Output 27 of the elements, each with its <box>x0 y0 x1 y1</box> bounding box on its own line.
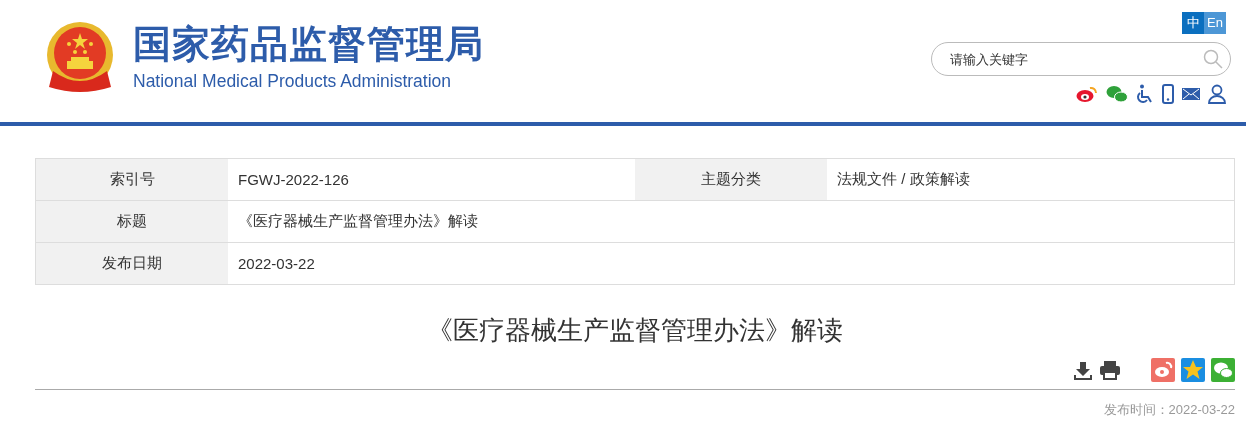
weibo-share-icon[interactable] <box>1151 358 1175 382</box>
user-icon[interactable] <box>1208 84 1226 104</box>
mail-icon[interactable] <box>1182 87 1200 101</box>
wechat-share-icon[interactable] <box>1211 358 1235 382</box>
site-subtitle: National Medical Products Administration <box>133 70 453 92</box>
accessibility-icon[interactable] <box>1136 84 1154 104</box>
field-label: 主题分类 <box>635 159 827 200</box>
field-label: 标题 <box>36 201 228 242</box>
search-field[interactable]: 请输入关键字 <box>931 42 1231 76</box>
site-title: 国家药品监督管理局 <box>133 22 484 66</box>
wechat-icon[interactable] <box>1106 85 1128 103</box>
star-share-icon[interactable] <box>1181 358 1205 382</box>
emblem-icon <box>45 21 115 93</box>
language-tab[interactable]: 中 <box>1182 12 1204 34</box>
field-value: 法规文件 / 政策解读 <box>836 169 971 189</box>
field-label: 发布日期 <box>36 243 228 284</box>
language-tab[interactable]: En <box>1204 12 1226 34</box>
field-value: FGWJ-2022-126 <box>237 170 350 190</box>
download-icon[interactable] <box>1073 360 1093 380</box>
mobile-icon[interactable] <box>1162 84 1174 104</box>
print-icon[interactable] <box>1099 360 1121 380</box>
article-title: 《医疗器械生产监督管理办法》解读 <box>426 314 844 347</box>
field-label: 索引号 <box>36 159 228 200</box>
field-value: 2022-03-22 <box>237 254 316 274</box>
field-value: 《医疗器械生产监督管理办法》解读 <box>237 211 479 231</box>
publish-date: 发布时间：2022-03-22 <box>1102 401 1235 419</box>
weibo-icon[interactable] <box>1076 85 1098 103</box>
